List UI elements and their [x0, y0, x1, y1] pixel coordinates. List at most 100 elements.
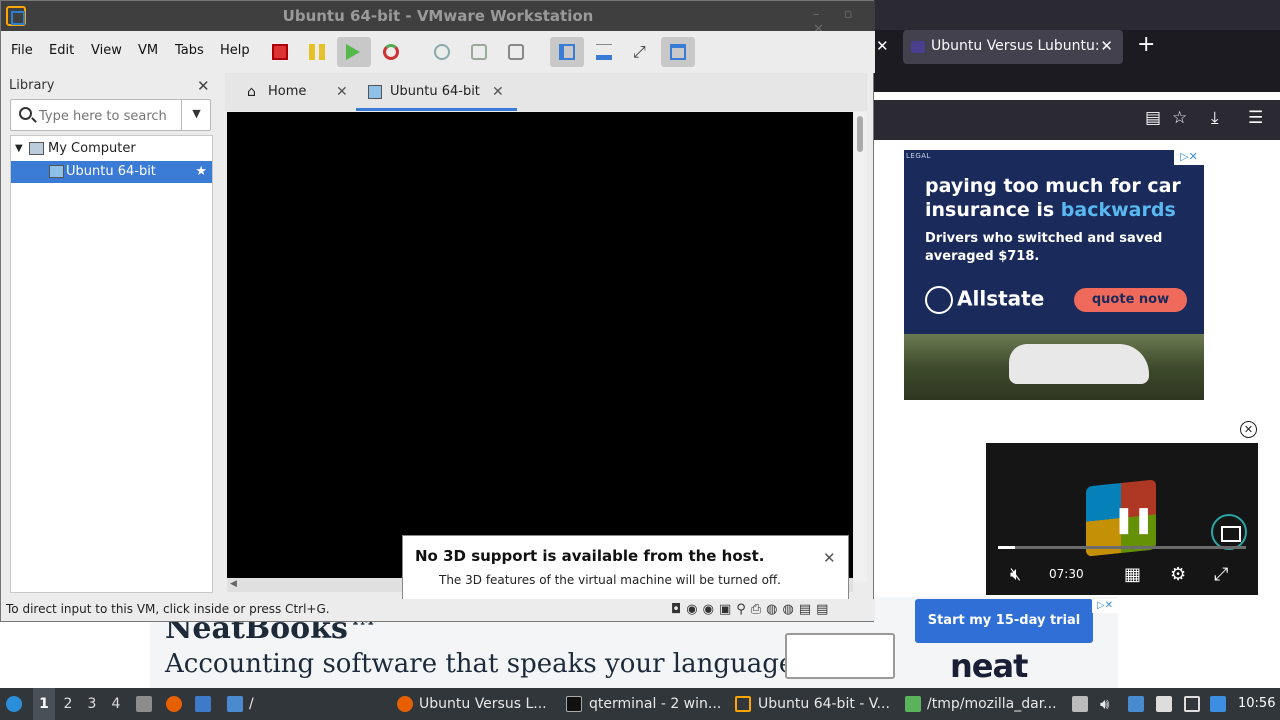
workspace-2[interactable]: 2 — [57, 688, 79, 720]
search-dropdown-icon[interactable]: ▼ — [181, 100, 211, 130]
neat-logo: neat — [950, 647, 1028, 685]
tree-item-my-computer[interactable]: ▼ My Computer — [11, 138, 212, 160]
workspace-3[interactable]: 3 — [81, 688, 103, 720]
computer-icon — [29, 142, 44, 155]
tab-ubuntu[interactable]: Ubuntu 64-bit ✕ — [356, 75, 517, 111]
device-icons[interactable]: ◘◉◉▣⚲⎙◍◍▤▤ — [671, 602, 833, 617]
picture-in-picture-icon[interactable] — [1211, 514, 1247, 550]
reader-view-icon[interactable]: ▤ — [1145, 108, 1161, 128]
clipboard-icon[interactable] — [1072, 696, 1088, 712]
menu-hamburger-icon[interactable]: ☰ — [1248, 108, 1263, 128]
allstate-ad[interactable]: LEGAL ▷✕ paying too much for car insuran… — [904, 150, 1204, 400]
library-tree: ▼ My Computer Ubuntu 64-bit ★ — [10, 135, 213, 593]
settings-gear-icon[interactable]: ⚙ — [1170, 564, 1186, 585]
close-tab-icon[interactable]: ✕ — [492, 75, 504, 109]
power-on-button[interactable] — [337, 37, 371, 67]
menu-vm[interactable]: VM — [138, 43, 158, 58]
bookmark-star-icon[interactable]: ☆ — [1172, 108, 1187, 128]
vm-tabbar: ⌂ Home ✕ Ubuntu 64-bit ✕ — [225, 73, 867, 111]
ad-headline: paying too much for car insurance is bac… — [925, 174, 1195, 222]
tab-home[interactable]: ⌂ Home ✕ — [241, 75, 353, 111]
show-library-button[interactable] — [550, 37, 584, 67]
notes-icon[interactable] — [1156, 696, 1172, 712]
vertical-scrollbar[interactable] — [854, 112, 867, 582]
ad-cta-button[interactable]: quote now — [1074, 288, 1187, 312]
close-tab-icon[interactable]: ✕ — [336, 75, 348, 109]
vmware-titlebar[interactable]: Ubuntu 64-bit - VMware Workstation – ▫ ✕ — [1, 1, 875, 37]
vm-icon — [368, 85, 382, 99]
menu-tabs[interactable]: Tabs — [175, 43, 204, 58]
full-screen-button[interactable]: ⤢ — [624, 37, 658, 67]
adchoices-icon[interactable]: ▷✕ — [1174, 150, 1204, 165]
power-off-button[interactable] — [263, 37, 297, 67]
video-time: 07:30 — [1049, 567, 1084, 581]
status-text: To direct input to this VM, click inside… — [6, 602, 330, 616]
menu-help[interactable]: Help — [220, 43, 250, 58]
display-icon[interactable] — [1184, 696, 1200, 712]
reset-icon — [383, 44, 399, 60]
tree-item-ubuntu-vm[interactable]: Ubuntu 64-bit ★ — [11, 161, 212, 183]
menu-file[interactable]: File — [11, 43, 33, 58]
mute-icon[interactable]: 🔇︎ — [1010, 564, 1021, 585]
ad-brand-name: Allstate — [957, 286, 1045, 311]
suspend-button[interactable] — [300, 37, 334, 67]
close-library-icon[interactable]: ✕ — [197, 77, 210, 95]
start-trial-button[interactable]: Start my 15-day trial — [915, 599, 1093, 643]
notice-body: The 3D features of the virtual machine w… — [439, 573, 781, 587]
desktop-launcher-icon[interactable] — [195, 696, 211, 712]
tab-favicon-icon — [911, 41, 925, 53]
network-icon[interactable] — [1128, 696, 1144, 712]
thumbnail-bar-button[interactable] — [587, 37, 621, 67]
adchoices-icon[interactable]: ▷✕ — [1092, 599, 1118, 613]
clock: 10:56 — [1238, 696, 1276, 711]
path-label[interactable]: / — [249, 688, 254, 720]
firefox-tab[interactable]: Ubuntu Versus Lubuntu: ✕ — [903, 30, 1123, 64]
menu-edit[interactable]: Edit — [49, 43, 74, 58]
close-tab-icon[interactable]: ✕ — [876, 37, 889, 55]
close-notice-icon[interactable]: ✕ — [823, 549, 836, 567]
firefox-tab-label: Ubuntu Versus Lubuntu: — [931, 38, 1100, 54]
ad-legal-label: LEGAL — [906, 152, 931, 160]
menubar: File Edit View VM Tabs Help ⤢ — [1, 31, 875, 73]
vm-console[interactable] — [227, 112, 853, 578]
pause-icon[interactable]: ❚❚ — [1113, 505, 1155, 535]
downloads-icon[interactable]: ⤓ — [1211, 108, 1219, 128]
scroll-left-icon[interactable]: ◀ — [230, 579, 237, 589]
scrollbar-thumb[interactable] — [857, 116, 863, 152]
snapshot-clock-icon — [434, 44, 450, 60]
updates-icon[interactable] — [1210, 696, 1226, 712]
volume-icon[interactable]: 🔊︎ — [1100, 688, 1109, 720]
ad-brand: Allstate — [925, 286, 1044, 314]
workspace-1[interactable]: 1 — [33, 688, 55, 720]
folder-icon[interactable] — [227, 696, 243, 712]
revert-snapshot-button[interactable] — [462, 37, 496, 67]
video-player[interactable]: ❚❚ 🔇︎ 07:30 ▦ ⚙ ⤢ — [986, 443, 1258, 595]
fullscreen-icon[interactable]: ⤢ — [1214, 564, 1228, 585]
devices-illustration — [785, 633, 895, 679]
unity-button[interactable] — [661, 37, 695, 67]
taskbar-window-vmware[interactable]: Ubuntu 64-bit - V... — [758, 688, 890, 720]
new-tab-icon[interactable]: + — [1137, 32, 1155, 57]
start-menu-icon[interactable] — [6, 696, 22, 712]
snapshot-button[interactable] — [425, 37, 459, 67]
taskbar-window-firefox[interactable]: Ubuntu Versus L... — [419, 688, 547, 720]
unity-icon — [670, 44, 686, 60]
workspace-4[interactable]: 4 — [105, 688, 127, 720]
close-video-icon[interactable]: ✕ — [1240, 421, 1257, 438]
expand-arrow-icon[interactable]: ▼ — [15, 138, 23, 160]
reset-button[interactable] — [374, 37, 408, 67]
library-search-input[interactable] — [39, 106, 179, 126]
snapshot-manager-button[interactable] — [499, 37, 533, 67]
close-tab-icon[interactable]: ✕ — [1100, 37, 1113, 55]
taskbar-window-file[interactable]: /tmp/mozilla_dar... — [927, 688, 1057, 720]
play-icon — [346, 44, 360, 60]
favorite-star-icon[interactable]: ★ — [195, 161, 207, 183]
grid-icon[interactable]: ▦ — [1124, 564, 1141, 585]
video-progress-bar[interactable] — [998, 546, 1246, 549]
search-icon — [19, 107, 32, 120]
firefox-launcher-icon[interactable] — [166, 696, 182, 712]
pause-icon — [309, 44, 325, 60]
taskbar-window-terminal[interactable]: qterminal - 2 win... — [589, 688, 721, 720]
menu-view[interactable]: View — [91, 43, 122, 58]
files-launcher-icon[interactable] — [136, 696, 152, 712]
